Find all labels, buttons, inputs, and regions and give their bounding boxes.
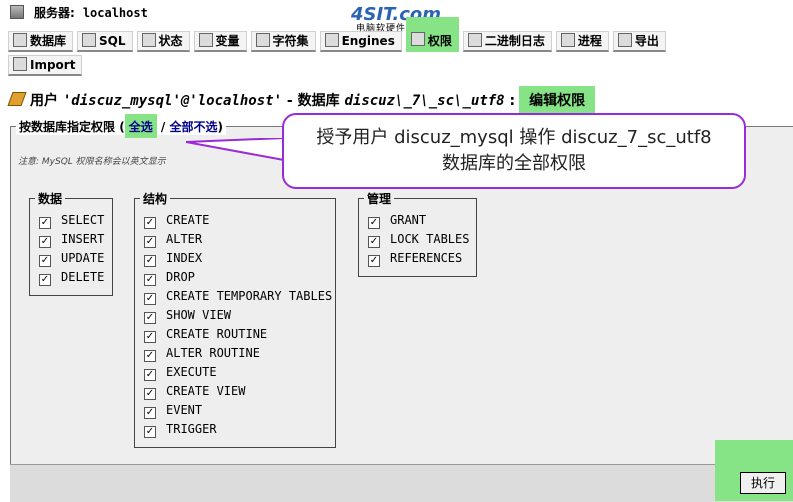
user-label: 用户 xyxy=(30,93,58,109)
checkbox-checked[interactable]: ✓ xyxy=(144,388,156,400)
privilege-create-temporary-tables[interactable]: ✓ CREATE TEMPORARY TABLES xyxy=(144,287,332,306)
tab-bar-row2: Import xyxy=(8,55,86,76)
checkbox-checked[interactable]: ✓ xyxy=(39,236,51,248)
tab-databases[interactable]: 数据库 xyxy=(8,31,74,52)
tab-charsets[interactable]: 字符集 xyxy=(250,31,316,52)
variables-icon xyxy=(198,33,213,47)
tab-status[interactable]: 状态 xyxy=(136,31,190,52)
select-all-link[interactable]: 全选 xyxy=(129,120,153,134)
tab-bar: 数据库 SQL 状态 变量 字符集 Engines 权限 二进制日志 进程 导出 xyxy=(8,17,670,52)
edit-pen-icon xyxy=(7,92,27,106)
privilege-grant[interactable]: ✓ GRANT xyxy=(368,211,469,230)
import-icon xyxy=(13,57,27,71)
privilege-alter-routine[interactable]: ✓ ALTER ROUTINE xyxy=(144,344,332,363)
group-data-items: ✓ SELECT ✓ INSERT ✓ UPDATE ✓ DELETE xyxy=(39,211,104,287)
callout-pointer xyxy=(186,138,285,162)
checkbox-checked[interactable]: ✓ xyxy=(144,426,156,438)
status-icon xyxy=(141,33,156,47)
privileges-icon xyxy=(410,32,425,46)
sql-icon xyxy=(82,33,97,47)
checkbox-checked[interactable]: ✓ xyxy=(144,236,156,248)
callout-line-2: 数据库的全部权限 xyxy=(442,153,586,174)
server-label: 服务器: xyxy=(34,6,75,20)
tab-binlog[interactable]: 二进制日志 xyxy=(462,31,552,52)
privilege-delete[interactable]: ✓ DELETE xyxy=(39,268,104,287)
database-icon xyxy=(13,33,27,47)
group-data-title: 数据 xyxy=(35,190,66,207)
checkbox-checked[interactable]: ✓ xyxy=(368,236,380,248)
privilege-index[interactable]: ✓ INDEX xyxy=(144,249,332,268)
checkbox-checked[interactable]: ✓ xyxy=(144,274,156,286)
legend-separator: / xyxy=(160,120,166,134)
checkbox-checked[interactable]: ✓ xyxy=(39,217,51,229)
deselect-all-link[interactable]: 全部不选 xyxy=(169,120,217,134)
tab-sql[interactable]: SQL xyxy=(77,31,133,52)
checkbox-checked[interactable]: ✓ xyxy=(144,217,156,229)
footer-bar xyxy=(10,464,793,502)
tab-import[interactable]: Import xyxy=(8,55,83,76)
privilege-event[interactable]: ✓ EVENT xyxy=(144,401,332,420)
server-link[interactable]: localhost xyxy=(83,6,148,20)
privilege-trigger[interactable]: ✓ TRIGGER xyxy=(144,420,332,439)
checkbox-checked[interactable]: ✓ xyxy=(39,255,51,267)
fieldset-legend: 按数据库指定权限 (全选 / 全部不选) xyxy=(16,114,226,138)
group-admin-title: 管理 xyxy=(364,190,395,207)
checkbox-checked[interactable]: ✓ xyxy=(144,350,156,362)
note-text: 注意: MySQL 权限名称会以英文显示 xyxy=(18,157,166,167)
heading-colon: : xyxy=(509,93,516,109)
export-icon xyxy=(617,33,632,47)
binlog-icon xyxy=(467,33,482,47)
privilege-references[interactable]: ✓ REFERENCES xyxy=(368,249,469,268)
checkbox-checked[interactable]: ✓ xyxy=(144,255,156,267)
checkbox-checked[interactable]: ✓ xyxy=(39,274,51,286)
privilege-update[interactable]: ✓ UPDATE xyxy=(39,249,104,268)
checkbox-checked[interactable]: ✓ xyxy=(144,312,156,324)
charset-icon xyxy=(255,33,270,47)
checkbox-checked[interactable]: ✓ xyxy=(144,331,156,343)
user-value: 'discuz_mysql'@'localhost' xyxy=(62,93,283,109)
privilege-create[interactable]: ✓ CREATE xyxy=(144,211,332,230)
privilege-drop[interactable]: ✓ DROP xyxy=(144,268,332,287)
db-value: discuz\_7\_sc\_utf8 xyxy=(344,93,505,109)
tab-privileges[interactable]: 权限 xyxy=(405,17,459,52)
execute-button[interactable]: 执行 xyxy=(740,472,786,494)
group-admin-items: ✓ GRANT ✓ LOCK TABLES ✓ REFERENCES xyxy=(368,211,469,268)
checkbox-checked[interactable]: ✓ xyxy=(144,293,156,305)
checkbox-checked[interactable]: ✓ xyxy=(368,255,380,267)
annotation-callout: 授予用户 discuz_mysql 操作 discuz_7_sc_utf8 数据… xyxy=(282,113,746,189)
server-header: 服务器: localhost xyxy=(10,4,148,21)
process-icon xyxy=(560,33,575,47)
checkbox-checked[interactable]: ✓ xyxy=(144,369,156,381)
engines-icon xyxy=(324,33,339,47)
tab-variables[interactable]: 变量 xyxy=(193,31,247,52)
tab-engines[interactable]: Engines xyxy=(319,31,402,52)
tab-processes[interactable]: 进程 xyxy=(555,31,609,52)
edit-privileges-label: 编辑权限 xyxy=(519,86,596,114)
group-structure-items: ✓ CREATE ✓ ALTER ✓ INDEX ✓ DROP ✓ CREATE TEMP… xyxy=(144,211,332,439)
privilege-execute[interactable]: ✓ EXECUTE xyxy=(144,363,332,382)
legend-text: 按数据库指定权限 xyxy=(19,120,116,134)
group-structure-title: 结构 xyxy=(140,190,171,207)
privilege-create-routine[interactable]: ✓ CREATE ROUTINE xyxy=(144,325,332,344)
privilege-insert[interactable]: ✓ INSERT xyxy=(39,230,104,249)
heading-dash: - xyxy=(282,93,298,109)
page-title: 用户 'discuz_mysql'@'localhost' - 数据库 disc… xyxy=(7,86,596,114)
privilege-lock-tables[interactable]: ✓ LOCK TABLES xyxy=(368,230,469,249)
checkbox-checked[interactable]: ✓ xyxy=(368,217,380,229)
callout-line-1: 授予用户 discuz_mysql 操作 discuz_7_sc_utf8 xyxy=(316,127,712,148)
privilege-show-view[interactable]: ✓ SHOW VIEW xyxy=(144,306,332,325)
db-label: 数据库 xyxy=(297,93,340,109)
server-icon xyxy=(10,5,24,19)
privilege-create-view[interactable]: ✓ CREATE VIEW xyxy=(144,382,332,401)
tab-export[interactable]: 导出 xyxy=(612,31,666,52)
checkbox-checked[interactable]: ✓ xyxy=(144,407,156,419)
privilege-select[interactable]: ✓ SELECT xyxy=(39,211,104,230)
privilege-alter[interactable]: ✓ ALTER xyxy=(144,230,332,249)
